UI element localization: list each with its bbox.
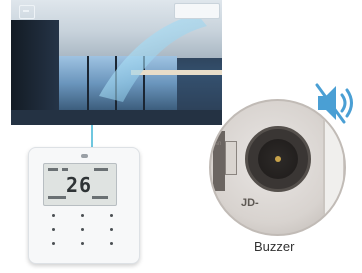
control-button[interactable] [81, 228, 84, 231]
lcd-indicator [92, 196, 108, 199]
connector-line [91, 125, 93, 147]
control-button[interactable] [81, 214, 84, 217]
room-photo [11, 0, 222, 125]
control-button[interactable] [52, 228, 55, 231]
control-button[interactable] [110, 242, 113, 245]
buzzer-caption: Buzzer [254, 239, 295, 254]
lcd-indicator [48, 196, 66, 199]
control-button[interactable] [110, 228, 113, 231]
lcd-display: 26 [43, 163, 117, 206]
thermostat-panel: 26 [28, 147, 140, 264]
pcb-marking: sn [215, 141, 222, 147]
speaker-mute-icon [315, 83, 353, 124]
temperature-readout: 26 [66, 173, 93, 197]
logo [81, 154, 88, 158]
air-conditioner-unit [174, 3, 220, 19]
lcd-indicator [48, 168, 58, 171]
pcb-marking: JD- [241, 197, 259, 209]
control-button[interactable] [110, 214, 113, 217]
buzzer-opening [258, 139, 298, 179]
screen-icon [19, 5, 35, 19]
buzzer-center [275, 156, 281, 162]
control-button[interactable] [52, 242, 55, 245]
control-button[interactable] [52, 214, 55, 217]
lcd-indicator [62, 168, 68, 171]
pcb-component [213, 131, 225, 191]
pcb-connector [323, 119, 343, 214]
control-button[interactable] [81, 242, 84, 245]
lcd-indicator [94, 168, 108, 171]
buzzer [245, 126, 311, 192]
pcb-component [225, 141, 237, 175]
